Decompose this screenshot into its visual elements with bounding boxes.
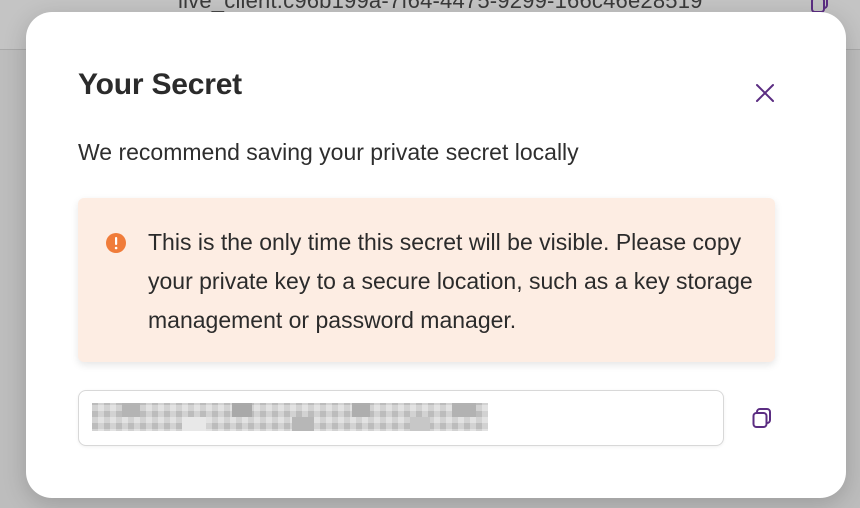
exclamation-circle-icon [105, 232, 127, 254]
close-icon[interactable] [755, 83, 775, 103]
copy-secret-button[interactable] [748, 404, 776, 432]
obscured-secret-value [92, 399, 488, 435]
copy-icon[interactable] [751, 407, 773, 429]
close-button[interactable] [750, 78, 780, 108]
modal-subtitle: We recommend saving your private secret … [78, 139, 579, 165]
warning-text: This is the only time this secret will b… [148, 229, 753, 333]
secret-modal: Your Secret We recommend saving your pri… [26, 12, 846, 498]
warning-callout: This is the only time this secret will b… [78, 198, 775, 362]
modal-title: Your Secret [78, 68, 242, 101]
secret-field[interactable] [78, 390, 724, 446]
